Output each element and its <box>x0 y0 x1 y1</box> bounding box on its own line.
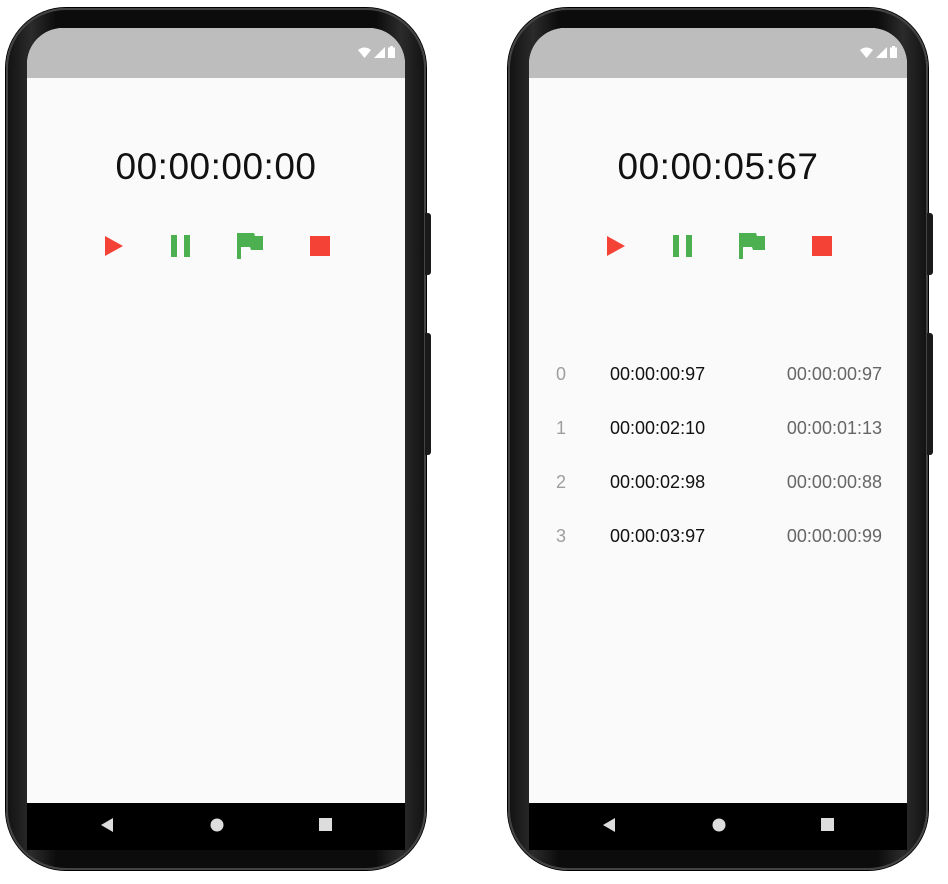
home-icon <box>210 818 224 837</box>
play-icon <box>105 235 123 261</box>
lap-index: 1 <box>556 418 567 438</box>
battery-icon <box>890 46 897 58</box>
recents-icon <box>820 818 834 836</box>
control-bar <box>529 232 907 264</box>
phone-right: 00:00:05:67 0 00:00:00:97 00:00:00:97 1 … <box>508 8 933 870</box>
lap-total-time: 00:00:00:97 <box>610 364 706 384</box>
phone-left: 00:00:00:00 <box>6 8 431 870</box>
stop-icon <box>310 235 330 261</box>
lap-row: 0 00:00:00:97 00:00:00:97 <box>529 358 907 412</box>
play-button[interactable] <box>99 233 129 263</box>
power-button <box>927 333 933 455</box>
flag-icon <box>237 232 263 264</box>
lap-row: 1 00:00:02:10 00:00:01:13 <box>529 412 907 466</box>
wifi-icon <box>358 47 371 58</box>
navigation-bar <box>529 803 907 850</box>
status-bar <box>27 28 405 78</box>
lap-row: 3 00:00:03:97 00:00:00:99 <box>529 520 907 574</box>
play-icon <box>607 235 625 261</box>
lap-total-time: 00:00:03:97 <box>610 526 706 546</box>
recents-button[interactable] <box>317 818 333 836</box>
signal-icon <box>876 46 887 58</box>
back-icon <box>101 817 113 837</box>
stop-button[interactable] <box>807 233 837 263</box>
back-icon <box>603 817 615 837</box>
back-button[interactable] <box>99 817 115 837</box>
lap-button[interactable] <box>737 232 767 264</box>
play-button[interactable] <box>601 233 631 263</box>
lap-index: 3 <box>556 526 567 546</box>
pause-button[interactable] <box>166 233 196 263</box>
lap-split-time: 00:00:01:13 <box>786 418 882 438</box>
lap-button[interactable] <box>235 232 265 264</box>
control-bar <box>27 232 405 264</box>
home-icon <box>712 818 726 837</box>
phone-screen: 00:00:05:67 0 00:00:00:97 00:00:00:97 1 … <box>529 28 907 803</box>
timer-display: 00:00:05:67 <box>617 146 819 187</box>
home-button[interactable] <box>711 818 727 837</box>
battery-icon <box>388 46 395 58</box>
lap-total-time: 00:00:02:10 <box>610 418 706 438</box>
recents-button[interactable] <box>819 818 835 836</box>
flag-icon <box>739 232 765 264</box>
volume-button <box>425 213 431 275</box>
status-bar <box>529 28 907 78</box>
stop-button[interactable] <box>305 233 335 263</box>
timer-display: 00:00:00:00 <box>115 146 317 187</box>
power-button <box>425 333 431 455</box>
volume-button <box>927 213 933 275</box>
lap-list: 0 00:00:00:97 00:00:00:97 1 00:00:02:10 … <box>529 358 907 574</box>
navigation-bar <box>27 803 405 850</box>
lap-row: 2 00:00:02:98 00:00:00:88 <box>529 466 907 520</box>
pause-icon <box>673 234 693 262</box>
lap-index: 0 <box>556 364 567 384</box>
back-button[interactable] <box>601 817 617 837</box>
lap-split-time: 00:00:00:99 <box>786 526 882 546</box>
lap-split-time: 00:00:00:97 <box>786 364 882 384</box>
stop-icon <box>812 235 832 261</box>
pause-button[interactable] <box>668 233 698 263</box>
wifi-icon <box>860 47 873 58</box>
lap-index: 2 <box>556 472 567 492</box>
lap-total-time: 00:00:02:98 <box>610 472 706 492</box>
lap-split-time: 00:00:00:88 <box>786 472 882 492</box>
home-button[interactable] <box>209 818 225 837</box>
phone-screen: 00:00:00:00 <box>27 28 405 803</box>
signal-icon <box>374 46 385 58</box>
recents-icon <box>318 818 332 836</box>
pause-icon <box>171 234 191 262</box>
